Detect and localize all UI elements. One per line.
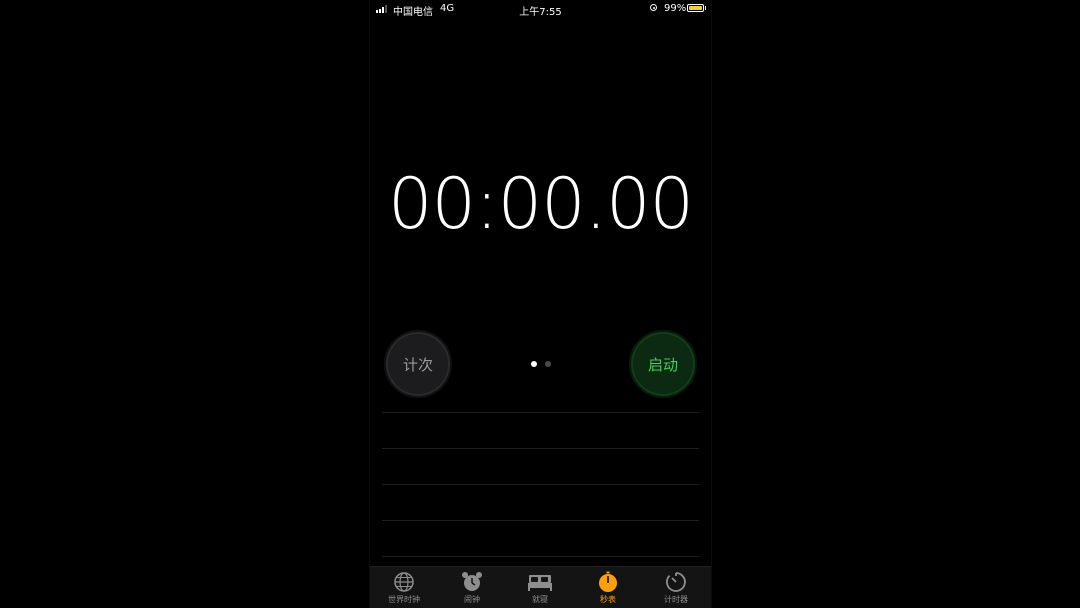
lap-button-label: 计次 — [402, 355, 433, 374]
page-indicator[interactable] — [531, 361, 551, 367]
bed-icon — [528, 575, 552, 591]
globe-icon — [394, 572, 414, 592]
page-dot-2[interactable] — [545, 361, 551, 367]
battery-percent: 99% — [664, 3, 687, 14]
tab-label: 秒表 — [600, 595, 616, 604]
tab-label: 就寝 — [532, 595, 548, 604]
page-dot-1[interactable] — [531, 361, 537, 367]
lap-list-divider — [382, 448, 699, 449]
stopwatch-display: 00:00.00 — [387, 163, 694, 245]
status-bar: 中国电信 4G 上午7:55 99% — [370, 0, 711, 18]
lap-button[interactable]: 计次 — [384, 330, 452, 398]
battery-cap — [705, 6, 706, 10]
tab-world-clock[interactable]: 世界时钟 — [370, 571, 438, 605]
battery-icon — [687, 4, 704, 12]
lap-list-divider — [382, 520, 699, 521]
tab-label: 计时器 — [664, 595, 688, 604]
lap-list-divider — [382, 412, 699, 413]
stopwatch-icon — [599, 571, 617, 592]
tab-timer[interactable]: 计时器 — [642, 571, 710, 605]
orientation-lock-icon — [650, 4, 657, 11]
battery-fill — [689, 6, 702, 10]
start-button-label: 启动 — [647, 355, 678, 374]
tab-bar: 世界时钟 闹钟 就寝 秒表 计时器 — [370, 566, 711, 608]
tab-label: 世界时钟 — [388, 595, 420, 604]
lap-list-divider — [382, 556, 699, 557]
status-time: 上午7:55 — [519, 7, 562, 18]
tab-alarm[interactable]: 闹钟 — [438, 571, 506, 605]
tab-bedtime[interactable]: 就寝 — [506, 571, 574, 605]
tab-stopwatch[interactable]: 秒表 — [574, 571, 642, 605]
phone-screen: 中国电信 4G 上午7:55 99% 00:00.00 计次 启动 世界时钟 闹… — [370, 0, 711, 608]
screen-edge-right — [711, 0, 712, 608]
tab-label: 闹钟 — [464, 595, 480, 604]
start-button[interactable]: 启动 — [629, 330, 697, 398]
alarm-clock-icon — [462, 572, 482, 591]
timer-icon — [666, 572, 686, 592]
lap-list-divider — [382, 484, 699, 485]
